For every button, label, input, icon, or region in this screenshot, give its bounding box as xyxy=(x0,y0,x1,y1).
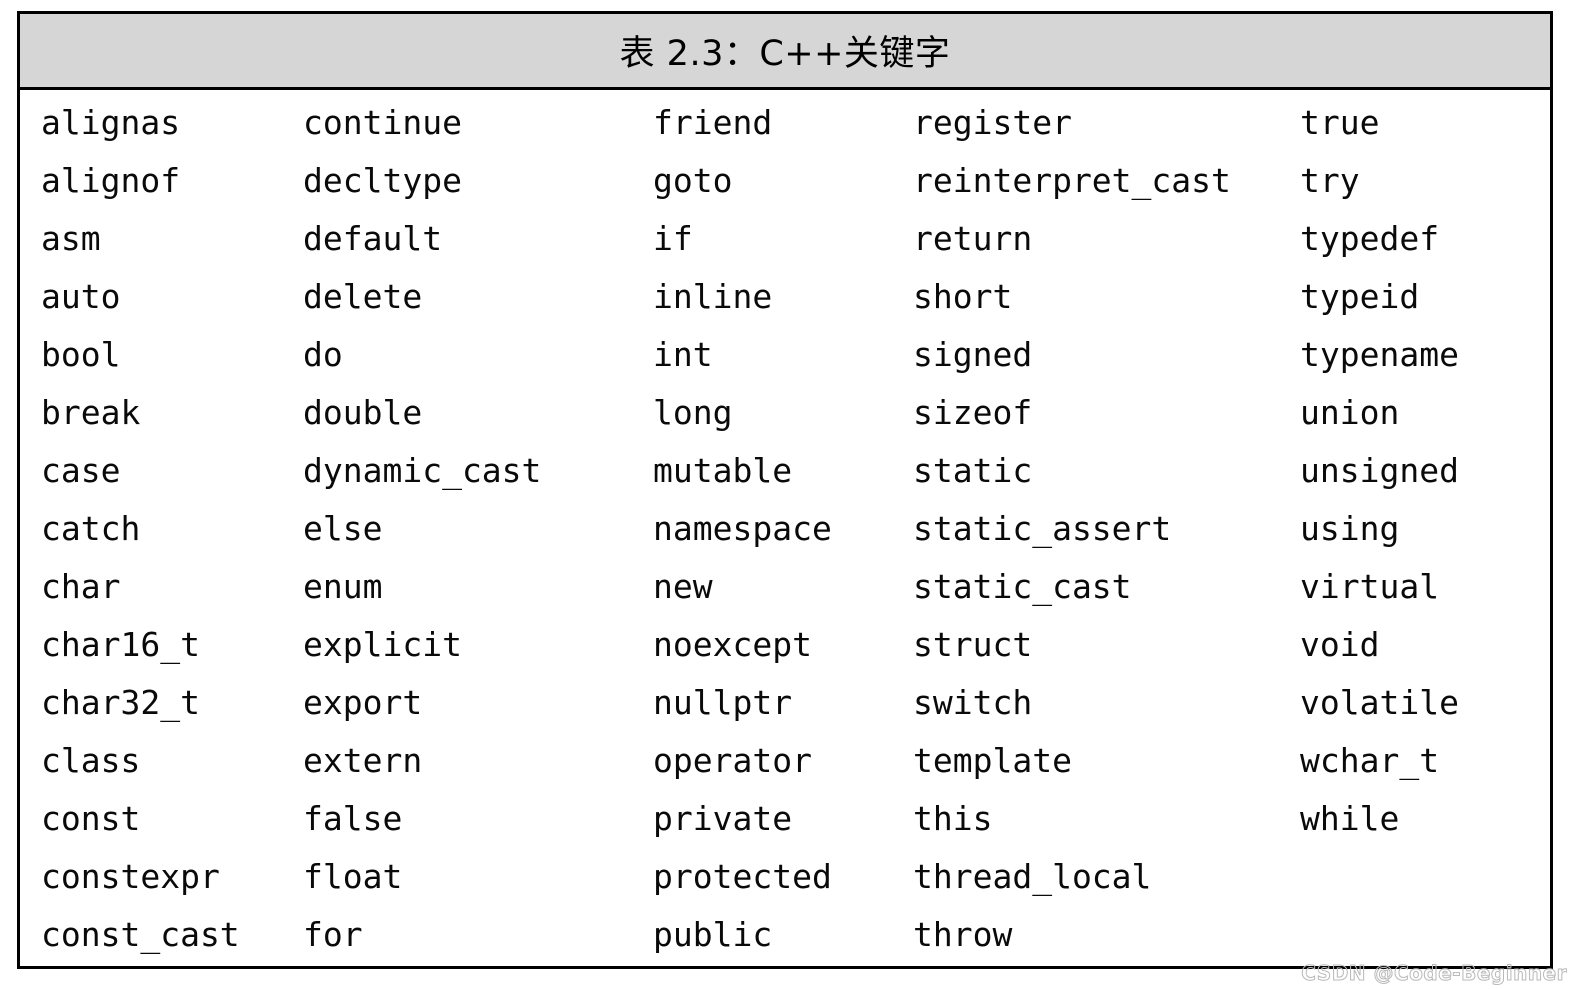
keyword-cell: static xyxy=(913,451,1033,490)
keyword-cell: explicit xyxy=(303,625,462,664)
keyword-column-1: alignas alignof asm auto bool break case catch c… xyxy=(41,90,306,960)
keyword-cell: throw xyxy=(913,915,1013,954)
keyword-cell: operator xyxy=(653,741,812,780)
keyword-cell: try xyxy=(1300,161,1360,200)
keyword-cell: typename xyxy=(1300,335,1459,374)
keyword-cell: extern xyxy=(303,741,423,780)
keyword-cell: nullptr xyxy=(653,683,793,722)
keyword-cell: private xyxy=(653,799,793,838)
keyword-cell: alignof xyxy=(41,161,181,200)
keyword-cell: char32_t xyxy=(41,683,200,722)
keyword-cell: enum xyxy=(303,567,383,606)
keyword-cell: static_assert xyxy=(913,509,1172,548)
keyword-cell: while xyxy=(1300,799,1400,838)
keyword-cell: noexcept xyxy=(653,625,812,664)
keyword-column-3: friend goto if inline int long mutable namespac… xyxy=(653,90,908,960)
keyword-column-4: register reinterpret_castreturn short signe… xyxy=(913,90,1293,960)
keyword-cell: default xyxy=(303,219,443,258)
keyword-cell: void xyxy=(1300,625,1380,664)
keyword-cell: signed xyxy=(913,335,1033,374)
keyword-cell: friend xyxy=(653,103,773,142)
keyword-cell: char16_t xyxy=(41,625,200,664)
keyword-cell: switch xyxy=(913,683,1033,722)
keyword-cell: wchar_t xyxy=(1300,741,1440,780)
keyword-cell: class xyxy=(41,741,141,780)
keyword-cell: do xyxy=(303,335,343,374)
keyword-cell: thread_local xyxy=(913,857,1152,896)
keyword-cell: this xyxy=(913,799,993,838)
keyword-cell: inline xyxy=(653,277,773,316)
keyword-cell: bool xyxy=(41,335,121,374)
keyword-cell: public xyxy=(653,915,773,954)
keyword-cell: template xyxy=(913,741,1072,780)
keyword-cell: const xyxy=(41,799,141,838)
keyword-column-5: true try typedef typeid typename union unsigne… xyxy=(1300,90,1550,844)
keyword-cell: namespace xyxy=(653,509,832,548)
keyword-cell: virtual xyxy=(1300,567,1440,606)
keyword-cell: short xyxy=(913,277,1013,316)
keyword-cell: new xyxy=(653,567,713,606)
cpp-keywords-table: 表 2.3：C++关键字 alignas alignof asm auto bool br… xyxy=(17,11,1553,969)
keyword-column-2: continue decltype default delete do double dyn… xyxy=(303,90,653,960)
keyword-cell: false xyxy=(303,799,403,838)
keyword-cell: register xyxy=(913,103,1072,142)
keyword-cell: reinterpret_cast xyxy=(913,161,1231,200)
keyword-cell: export xyxy=(303,683,423,722)
keyword-cell: int xyxy=(653,335,713,374)
keyword-cell: const_cast xyxy=(41,915,240,954)
document-page: 表 2.3：C++关键字 alignas alignof asm auto bool br… xyxy=(0,0,1575,989)
keyword-cell: decltype xyxy=(303,161,462,200)
keyword-cell: for xyxy=(303,915,363,954)
keyword-cell: return xyxy=(913,219,1033,258)
table-body: alignas alignof asm auto bool break case catch c… xyxy=(20,90,1550,963)
keyword-cell: dynamic_cast xyxy=(303,451,542,490)
keyword-cell: volatile xyxy=(1300,683,1459,722)
keyword-cell: unsigned xyxy=(1300,451,1459,490)
keyword-cell: using xyxy=(1300,509,1400,548)
keyword-cell: protected xyxy=(653,857,832,896)
table-caption-text: 表 2.3：C++关键字 xyxy=(619,34,951,74)
keyword-cell: typeid xyxy=(1300,277,1420,316)
keyword-cell: struct xyxy=(913,625,1033,664)
keyword-cell: union xyxy=(1300,393,1400,432)
keyword-cell: constexpr xyxy=(41,857,220,896)
keyword-cell: long xyxy=(653,393,733,432)
keyword-cell: float xyxy=(303,857,403,896)
keyword-cell: char xyxy=(41,567,121,606)
keyword-cell: double xyxy=(303,393,423,432)
keyword-cell: else xyxy=(303,509,383,548)
keyword-cell: sizeof xyxy=(913,393,1033,432)
keyword-cell: if xyxy=(653,219,693,258)
keyword-cell: auto xyxy=(41,277,121,316)
keyword-cell: alignas xyxy=(41,103,181,142)
keyword-cell: delete xyxy=(303,277,423,316)
keyword-cell: typedef xyxy=(1300,219,1440,258)
keyword-cell: continue xyxy=(303,103,462,142)
keyword-cell: true xyxy=(1300,103,1380,142)
keyword-cell: goto xyxy=(653,161,733,200)
table-caption-bar: 表 2.3：C++关键字 xyxy=(20,14,1550,90)
keyword-cell: catch xyxy=(41,509,141,548)
keyword-cell: break xyxy=(41,393,141,432)
keyword-cell: static_cast xyxy=(913,567,1132,606)
keyword-cell: asm xyxy=(41,219,101,258)
keyword-cell: case xyxy=(41,451,121,490)
keyword-cell: mutable xyxy=(653,451,793,490)
